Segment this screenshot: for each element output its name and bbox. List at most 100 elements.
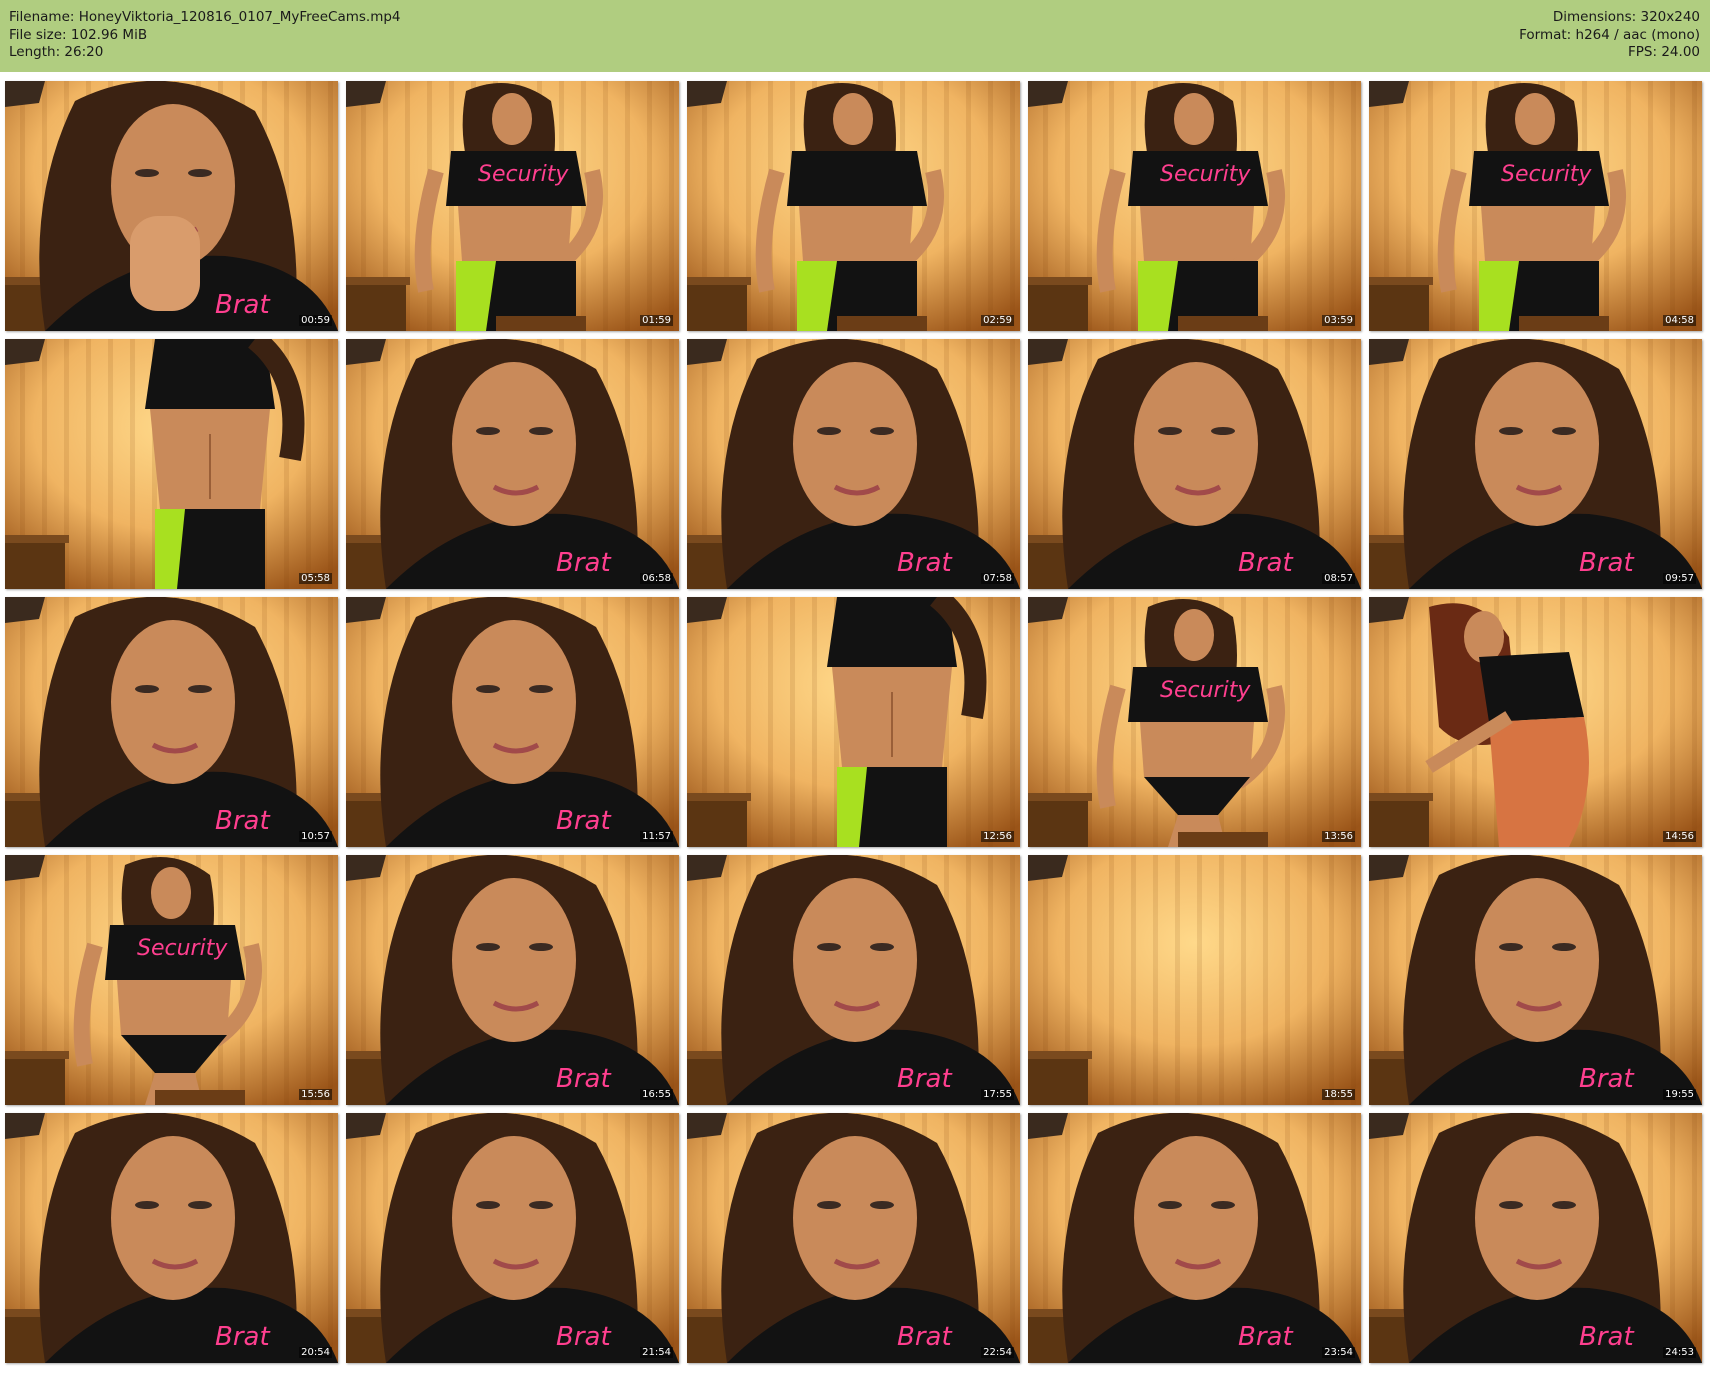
thumbnail-timestamp: 09:57	[1663, 573, 1696, 584]
thumbnail-timestamp: 20:54	[299, 1347, 332, 1358]
thumbnail-timestamp: 06:58	[640, 573, 673, 584]
video-thumbnail: Security 03:59	[1028, 81, 1361, 331]
svg-text:Brat: Brat	[556, 1064, 611, 1094]
svg-text:Security: Security	[478, 162, 569, 187]
video-thumbnail: Brat 07:58	[687, 339, 1020, 589]
svg-text:Security: Security	[1160, 678, 1251, 703]
thumbnail-frame-image: Security	[346, 81, 679, 331]
svg-text:Brat: Brat	[556, 1322, 611, 1352]
thumbnail-timestamp: 15:56	[299, 1089, 332, 1100]
thumbnail-timestamp: 19:55	[1663, 1089, 1696, 1100]
video-thumbnail: 12:56	[687, 597, 1020, 847]
video-thumbnail: Security 13:56	[1028, 597, 1361, 847]
thumbnail-frame-image: Security	[1028, 81, 1361, 331]
thumbnail-frame-image	[687, 81, 1020, 331]
svg-text:Brat: Brat	[215, 290, 270, 320]
thumbnail-frame-image: Security	[5, 855, 338, 1105]
video-thumbnail: Brat 09:57	[1369, 339, 1702, 589]
video-thumbnail: Brat 23:54	[1028, 1113, 1361, 1363]
length-text: Length: 26:20	[9, 44, 104, 60]
thumbnail-frame-image: Security	[1028, 597, 1361, 847]
video-thumbnail: Brat 00:59	[5, 81, 338, 331]
video-thumbnail: Brat 06:58	[346, 339, 679, 589]
thumbnail-frame-image: Brat	[346, 597, 679, 847]
svg-text:Brat: Brat	[1579, 1064, 1634, 1094]
thumbnail-timestamp: 02:59	[981, 315, 1014, 326]
thumbnail-frame-image: Brat	[687, 339, 1020, 589]
thumbnail-timestamp: 07:58	[981, 573, 1014, 584]
video-thumbnail: Brat 19:55	[1369, 855, 1702, 1105]
thumbnail-grid: Brat 00:59 Security 01:59 02:59 Security…	[0, 81, 1710, 1373]
thumbnail-timestamp: 05:58	[299, 573, 332, 584]
thumbnail-frame-image: Brat	[5, 597, 338, 847]
svg-text:Brat: Brat	[897, 548, 952, 578]
format-text: Format: h264 / aac (mono)	[1519, 26, 1700, 43]
svg-text:Brat: Brat	[215, 1322, 270, 1352]
video-thumbnail: Brat 21:54	[346, 1113, 679, 1363]
svg-text:Security: Security	[1160, 162, 1251, 187]
thumbnail-frame-image: Brat	[687, 1113, 1020, 1363]
thumbnail-timestamp: 13:56	[1322, 831, 1355, 842]
video-thumbnail: 18:55	[1028, 855, 1361, 1105]
dimensions-text: Dimensions: 320x240	[1552, 9, 1700, 25]
svg-text:Brat: Brat	[897, 1064, 952, 1094]
svg-text:Brat: Brat	[1579, 548, 1634, 578]
thumbnail-frame-image: Security	[1369, 81, 1702, 331]
video-thumbnail: Security 01:59	[346, 81, 679, 331]
thumbnail-frame-image: Brat	[5, 81, 338, 331]
filename-text: Filename: HoneyViktoria_120816_0107_MyFr…	[9, 9, 401, 25]
video-thumbnail: Brat 20:54	[5, 1113, 338, 1363]
thumbnail-timestamp: 11:57	[640, 831, 673, 842]
info-header: Filename: HoneyViktoria_120816_0107_MyFr…	[0, 0, 1710, 72]
video-thumbnail: Brat 24:53	[1369, 1113, 1702, 1363]
thumbnail-frame-image: Brat	[1028, 1113, 1361, 1363]
video-thumbnail: Brat 17:55	[687, 855, 1020, 1105]
thumbnail-frame-image: Brat	[687, 855, 1020, 1105]
filesize-text: File size: 102.96 MiB	[9, 26, 148, 43]
video-thumbnail: 05:58	[5, 339, 338, 589]
thumbnail-frame-image	[1369, 597, 1702, 847]
thumbnail-timestamp: 21:54	[640, 1347, 673, 1358]
thumbnail-timestamp: 01:59	[640, 315, 673, 326]
thumbnail-timestamp: 10:57	[299, 831, 332, 842]
thumbnail-frame-image: Brat	[346, 855, 679, 1105]
video-thumbnail: Brat 22:54	[687, 1113, 1020, 1363]
thumbnail-timestamp: 12:56	[981, 831, 1014, 842]
thumbnail-timestamp: 23:54	[1322, 1347, 1355, 1358]
video-thumbnail: 02:59	[687, 81, 1020, 331]
thumbnail-frame-image: Brat	[5, 1113, 338, 1363]
thumbnail-timestamp: 17:55	[981, 1089, 1014, 1100]
file-info: Filename: HoneyViktoria_120816_0107_MyFr…	[9, 9, 401, 62]
video-thumbnail: Brat 10:57	[5, 597, 338, 847]
thumbnail-timestamp: 00:59	[299, 315, 332, 326]
video-thumbnail: Security 15:56	[5, 855, 338, 1105]
svg-text:Brat: Brat	[215, 806, 270, 836]
svg-text:Brat: Brat	[556, 548, 611, 578]
thumbnail-frame-image	[5, 339, 338, 589]
thumbnail-frame-image: Brat	[346, 1113, 679, 1363]
svg-text:Brat: Brat	[897, 1322, 952, 1352]
svg-text:Brat: Brat	[1579, 1322, 1634, 1352]
thumbnail-timestamp: 24:53	[1663, 1347, 1696, 1358]
svg-text:Brat: Brat	[556, 806, 611, 836]
thumbnail-frame-image: Brat	[1369, 855, 1702, 1105]
fps-text: FPS: 24.00	[1628, 44, 1700, 60]
svg-text:Security: Security	[137, 936, 228, 961]
video-thumbnail: 14:56	[1369, 597, 1702, 847]
thumbnail-frame-image	[1028, 855, 1361, 1105]
video-thumbnail: Brat 11:57	[346, 597, 679, 847]
thumbnail-frame-image: Brat	[1369, 1113, 1702, 1363]
thumbnail-timestamp: 03:59	[1322, 315, 1355, 326]
thumbnail-timestamp: 16:55	[640, 1089, 673, 1100]
thumbnail-frame-image	[687, 597, 1020, 847]
thumbnail-timestamp: 22:54	[981, 1347, 1014, 1358]
svg-text:Brat: Brat	[1238, 1322, 1293, 1352]
video-thumbnail: Brat 16:55	[346, 855, 679, 1105]
thumbnail-timestamp: 04:58	[1663, 315, 1696, 326]
svg-text:Security: Security	[1501, 162, 1592, 187]
thumbnail-frame-image: Brat	[1369, 339, 1702, 589]
video-thumbnail: Brat 08:57	[1028, 339, 1361, 589]
thumbnail-frame-image: Brat	[346, 339, 679, 589]
svg-text:Brat: Brat	[1238, 548, 1293, 578]
thumbnail-timestamp: 14:56	[1663, 831, 1696, 842]
